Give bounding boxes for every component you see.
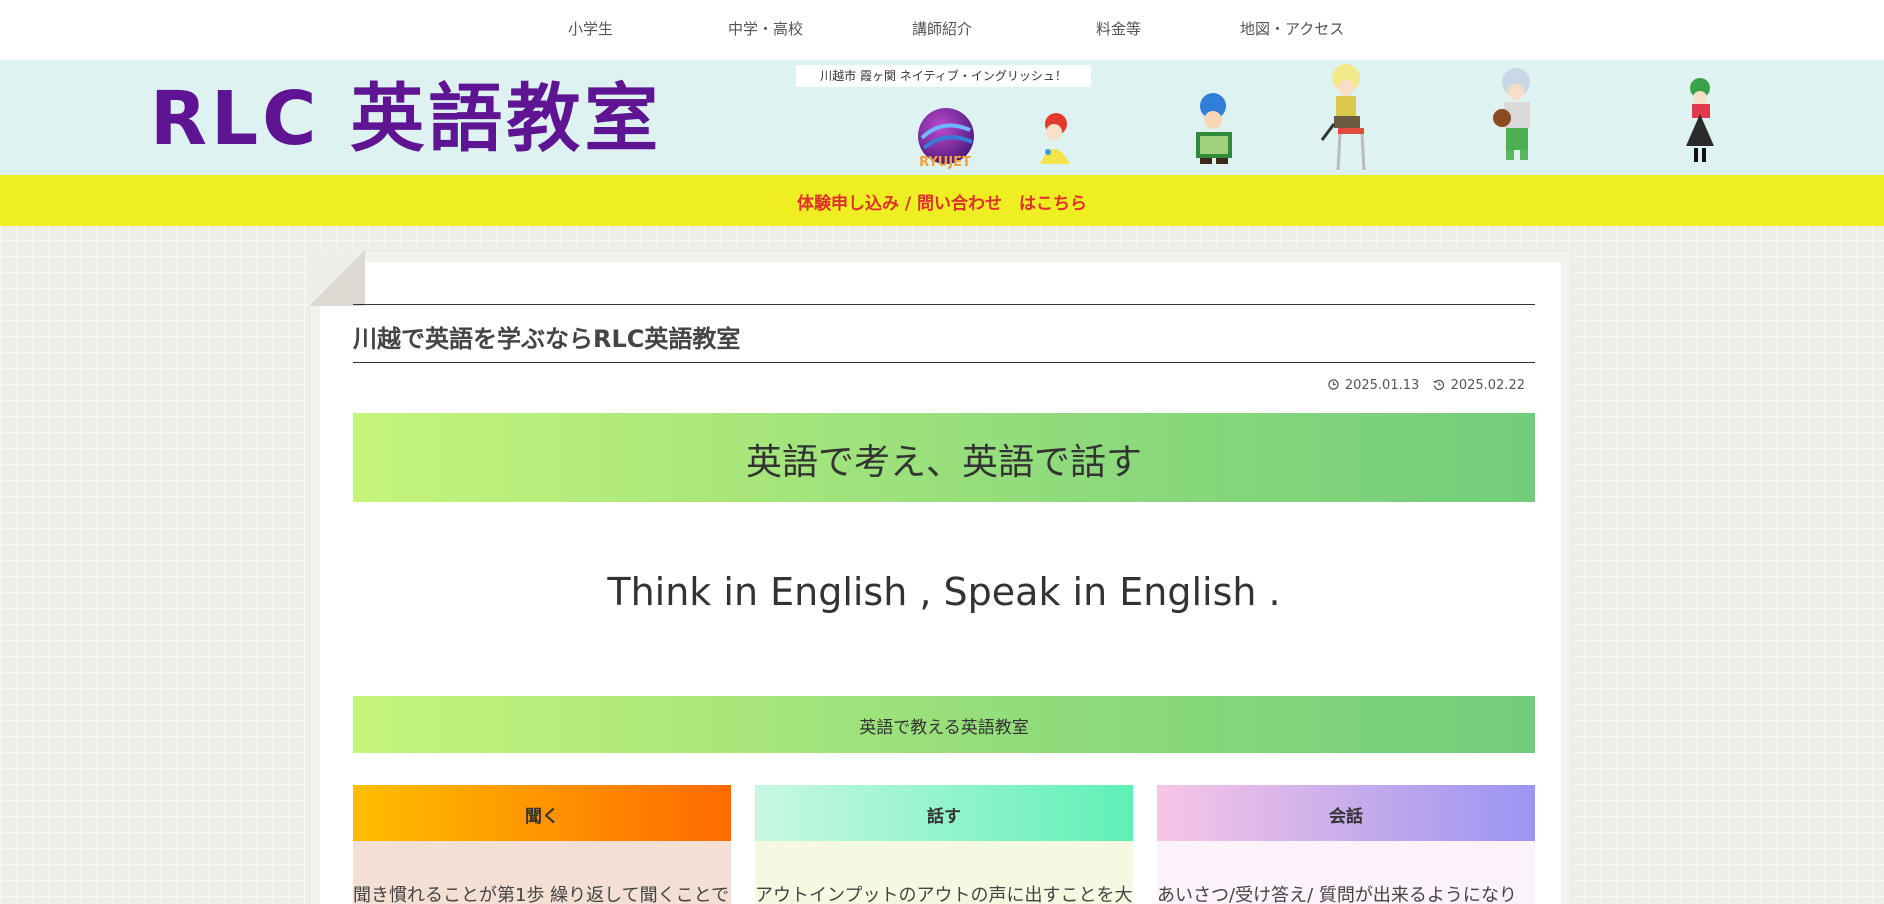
title-divider-bottom [353, 362, 1535, 363]
history-icon [1433, 379, 1445, 391]
headline-banner: 英語で考え、英語で話す [353, 413, 1535, 502]
nav-item-map-access[interactable]: 地図・アクセス [1240, 18, 1344, 39]
published-date: 2025.01.13 [1344, 378, 1420, 393]
folded-corner [309, 250, 365, 306]
feature-column-header: 話す [755, 785, 1133, 841]
nav-item-fees[interactable]: 料金等 [1096, 18, 1141, 39]
feature-column-header: 会話 [1157, 785, 1535, 841]
feature-column-body: アウトインプットのアウトの声に出すことを大 [755, 841, 1133, 904]
feature-column-body: あいさつ/受け答え/ 質問が出来るようになり [1157, 841, 1535, 904]
feature-column-conversation: 会話 あいさつ/受け答え/ 質問が出来るようになり [1157, 785, 1535, 904]
site-logo[interactable]: RLC 英語教室 [150, 78, 662, 160]
trial-contact-link[interactable]: 体験申し込み / 問い合わせ はこちら [797, 189, 1087, 214]
updated-date: 2025.02.22 [1450, 378, 1525, 393]
section-banner: 英語で教える英語教室 [353, 696, 1535, 753]
feature-column-body: 聞き慣れることが第1歩 繰り返して聞くことで [353, 841, 731, 904]
feature-column-header: 聞く [353, 785, 731, 841]
trial-contact-bar: 体験申し込み / 問い合わせ はこちら [0, 175, 1884, 226]
title-divider-top [353, 304, 1535, 305]
nav-item-teachers[interactable]: 講師紹介 [912, 18, 972, 39]
nav-item-junior-high-high-school[interactable]: 中学・高校 [728, 18, 803, 39]
nav-item-elementary[interactable]: 小学生 [568, 18, 613, 39]
headline-banner-text: 英語で考え、英語で話す [745, 442, 1142, 483]
boy-with-teddy-illustration-icon [1493, 68, 1530, 160]
feature-column-speak: 話す アウトインプットのアウトの声に出すことを大 [755, 785, 1133, 904]
feature-column-title: 会話 [1329, 807, 1363, 827]
page-title: 川越で英語を学ぶならRLC英語教室 [353, 325, 741, 353]
feature-column-title: 聞く [525, 807, 559, 827]
feature-column-title: 話す [927, 807, 961, 827]
site-header: RLC 英語教室 川越市 霞ヶ関 ネイティブ・イングリッシュ！ RYUJET [0, 60, 1884, 175]
feature-column-listen: 聞く 聞き慣れることが第1歩 繰り返して聞くことで [353, 785, 731, 904]
ryujet-badge-text: RYUJET [919, 155, 971, 170]
site-tagline: 川越市 霞ヶ関 ネイティブ・イングリッシュ！ [796, 65, 1091, 87]
post-dates: 2025.01.13 2025.02.22 [1327, 378, 1525, 393]
section-banner-text: 英語で教える英語教室 [859, 718, 1029, 738]
clock-icon [1327, 379, 1339, 390]
ryujet-badge-icon: RYUJET [918, 108, 974, 170]
girl-dark-dress-illustration-icon [1686, 78, 1714, 162]
girl-red-bow-illustration-icon [1040, 113, 1070, 164]
boy-reading-illustration-icon [1196, 93, 1232, 164]
girl-on-stool-illustration-icon [1320, 64, 1366, 171]
top-nav: 小学生 中学・高校 講師紹介 料金等 地図・アクセス [0, 0, 1884, 60]
lead-text: Think in English , Speak in English . [607, 570, 1281, 614]
